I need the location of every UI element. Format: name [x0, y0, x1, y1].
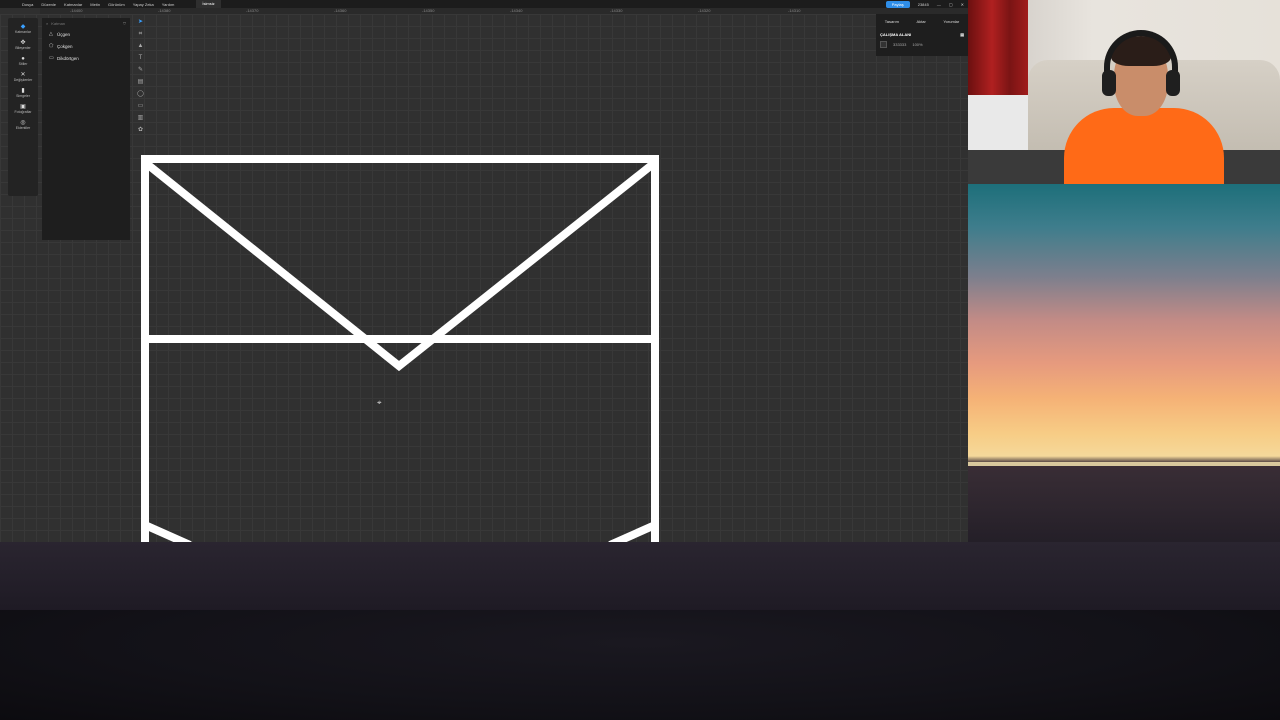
fill-hex[interactable]: 333333: [893, 42, 906, 47]
iconbar-plugins[interactable]: ◎ Eklentiler: [8, 120, 38, 130]
iconbar-label: Değişkenler: [13, 78, 33, 82]
section-title: ÇALIŞMA ALANI: [880, 32, 912, 37]
headset-ear-left: [1102, 70, 1116, 96]
rectangle-shape[interactable]: [141, 155, 659, 542]
tab-design[interactable]: Tasarım: [885, 19, 899, 24]
tab-export[interactable]: Aktar: [917, 19, 926, 24]
design-app-window: Dosya Düzenle Katmanlar Metin Görünüm Ya…: [0, 0, 968, 542]
rectangle-tool-icon[interactable]: ▭: [138, 102, 144, 110]
polygon-icon: ⬠: [49, 43, 54, 49]
layer-label: Çokgen: [57, 43, 73, 49]
grid-tool-icon[interactable]: ▥: [138, 114, 144, 122]
select-tool-icon[interactable]: ➤: [138, 18, 143, 26]
streamer: [1056, 28, 1226, 184]
wallpaper-hills: [0, 610, 1280, 720]
layer-label: Dikdörtgen: [57, 55, 79, 61]
settings-icon[interactable]: ▤: [960, 32, 964, 37]
pen-tool-icon[interactable]: ✎: [138, 66, 143, 74]
iconbar-label: Stiller: [18, 62, 28, 66]
layer-item[interactable]: ▭ Dikdörtgen: [42, 52, 130, 64]
shape-tool-icon[interactable]: ▲: [138, 42, 144, 50]
triangle-icon: △: [49, 31, 53, 37]
layer-label: Üçgen: [57, 31, 71, 37]
iconbar-photos[interactable]: ▣ Fotoğraflar: [8, 104, 38, 114]
iconbar-label: Fotoğraflar: [14, 110, 32, 114]
rectangle-icon: ▭: [49, 55, 54, 61]
iconbar-layers[interactable]: ◆ Katmanlar: [8, 24, 38, 34]
iconbar-components[interactable]: ✥ Bileşenler: [8, 40, 38, 50]
layers-panel: ⌕ Katman ⛉ △ Üçgen ⬠ Çokgen ▭ Dikdörtgen: [42, 18, 130, 240]
fill-swatch[interactable]: [880, 41, 887, 48]
headset-ear-right: [1166, 70, 1180, 96]
tab-comments[interactable]: Yorumlar: [943, 19, 959, 24]
envelope-drawing[interactable]: [0, 0, 968, 542]
iconbar-icons[interactable]: ▮ Simgeler: [8, 88, 38, 98]
search-icon: ⌕: [46, 20, 49, 26]
text-tool-icon[interactable]: T: [139, 54, 143, 62]
sunset-wallpaper: [968, 184, 1280, 542]
layer-search[interactable]: ⌕ Katman ⛉: [42, 18, 130, 28]
polygon-edge-right[interactable]: [608, 521, 657, 542]
fill-opacity[interactable]: 100%: [912, 42, 922, 47]
polygon-edge-left[interactable]: [143, 521, 192, 542]
iconbar-label: Bileşenler: [15, 46, 31, 50]
plugin-tool-icon[interactable]: ✿: [138, 126, 143, 134]
webcam-overlay: [968, 0, 1280, 184]
iconbar-label: Katmanlar: [15, 30, 31, 34]
image-tool-icon[interactable]: ▤: [138, 78, 144, 86]
radiator: [968, 95, 1028, 150]
tool-strip: ➤ ⌗ ▲ T ✎ ▤ ◯ ▭ ▥ ✿: [136, 18, 145, 138]
iconbar-styles[interactable]: ● Stiller: [8, 56, 38, 66]
layer-item[interactable]: △ Üçgen: [42, 28, 130, 40]
filter-icon[interactable]: ⛉: [123, 21, 126, 26]
iconbar-variables[interactable]: ✕ Değişkenler: [8, 72, 38, 82]
layer-item[interactable]: ⬠ Çokgen: [42, 40, 130, 52]
ellipse-tool-icon[interactable]: ◯: [137, 90, 144, 98]
layer-search-input[interactable]: Katman: [51, 21, 65, 26]
orange-shirt: [1064, 108, 1224, 184]
workspace-section: ÇALIŞMA ALANI ▤ 333333 100%: [876, 28, 968, 52]
properties-panel: Tasarım Aktar Yorumlar ÇALIŞMA ALANI ▤ 3…: [876, 14, 968, 56]
left-icon-bar: ◆ Katmanlar ✥ Bileşenler ● Stiller ✕ Değ…: [8, 18, 38, 196]
iconbar-label: Eklentiler: [15, 126, 31, 130]
properties-tabs: Tasarım Aktar Yorumlar: [876, 14, 968, 28]
frame-tool-icon[interactable]: ⌗: [139, 30, 142, 38]
horizon-glow: [968, 462, 1280, 466]
mouse-cursor-icon: ⌖: [377, 398, 382, 407]
iconbar-label: Simgeler: [16, 94, 30, 98]
